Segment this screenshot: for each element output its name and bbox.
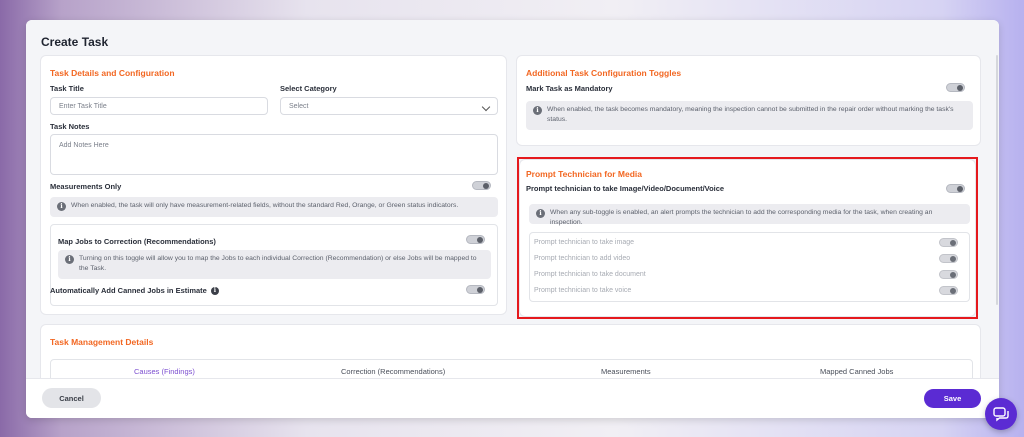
additional-toggles-title: Additional Task Configuration Toggles (526, 68, 682, 78)
chat-button[interactable] (985, 398, 1017, 430)
tab-mapped-canned-jobs[interactable]: Mapped Canned Jobs (820, 367, 893, 376)
save-button[interactable]: Save (924, 389, 981, 408)
measurements-only-label: Measurements Only (50, 182, 122, 191)
modal-title: Create Task (41, 35, 109, 49)
highlight-frame (517, 157, 978, 319)
task-title-label: Task Title (50, 84, 84, 93)
cancel-button[interactable]: Cancel (42, 388, 101, 408)
mandatory-info-box: i When enabled, the task becomes mandato… (526, 101, 973, 130)
info-icon: i (57, 202, 66, 211)
info-icon: i (65, 255, 74, 264)
map-jobs-label: Map Jobs to Correction (Recommendations) (58, 237, 216, 246)
info-icon[interactable]: i (210, 287, 219, 296)
chevron-down-icon (481, 102, 491, 112)
modal-footer: Cancel Save (26, 378, 999, 418)
mandatory-toggle[interactable] (946, 83, 965, 92)
map-jobs-info-box: i Turning on this toggle will allow you … (58, 250, 491, 279)
chat-icon (993, 407, 1009, 422)
task-details-title: Task Details and Configuration (50, 68, 175, 78)
modal-body: Create Task Task Details and Configurati… (26, 20, 999, 399)
task-title-input[interactable]: Enter Task Title (50, 97, 268, 115)
additional-toggles-card: Additional Task Configuration Toggles Ma… (516, 55, 981, 146)
scrollbar[interactable] (996, 55, 998, 305)
category-label: Select Category (280, 84, 337, 93)
category-select[interactable]: Select (280, 97, 498, 115)
task-notes-textarea[interactable]: Add Notes Here (50, 134, 498, 175)
category-value: Select (289, 102, 309, 110)
map-jobs-box: Map Jobs to Correction (Recommendations)… (50, 224, 498, 306)
auto-canned-toggle[interactable] (466, 285, 485, 294)
task-management-title: Task Management Details (50, 337, 154, 347)
measurements-info-box: i When enabled, the task will only have … (50, 197, 498, 217)
tab-corrections[interactable]: Correction (Recommendations) (341, 367, 445, 376)
measurements-info-text: When enabled, the task will only have me… (71, 202, 459, 209)
task-notes-placeholder: Add Notes Here (59, 142, 109, 149)
tab-causes[interactable]: Causes (Findings) (134, 367, 195, 376)
map-jobs-info-text: Turning on this toggle will allow you to… (79, 255, 477, 272)
mandatory-info-text: When enabled, the task becomes mandatory… (547, 106, 954, 123)
info-icon: i (533, 106, 542, 115)
mandatory-label: Mark Task as Mandatory (526, 84, 613, 93)
create-task-modal: Create Task Task Details and Configurati… (26, 20, 999, 418)
auto-canned-text: Automatically Add Canned Jobs in Estimat… (50, 286, 207, 295)
measurements-only-toggle[interactable] (472, 181, 491, 190)
task-title-placeholder: Enter Task Title (59, 102, 107, 110)
tab-measurements[interactable]: Measurements (601, 367, 651, 376)
task-notes-label: Task Notes (50, 122, 90, 131)
map-jobs-toggle[interactable] (466, 235, 485, 244)
auto-canned-label: Automatically Add Canned Jobs in Estimat… (50, 286, 219, 296)
task-details-card: Task Details and Configuration Task Titl… (40, 55, 507, 315)
